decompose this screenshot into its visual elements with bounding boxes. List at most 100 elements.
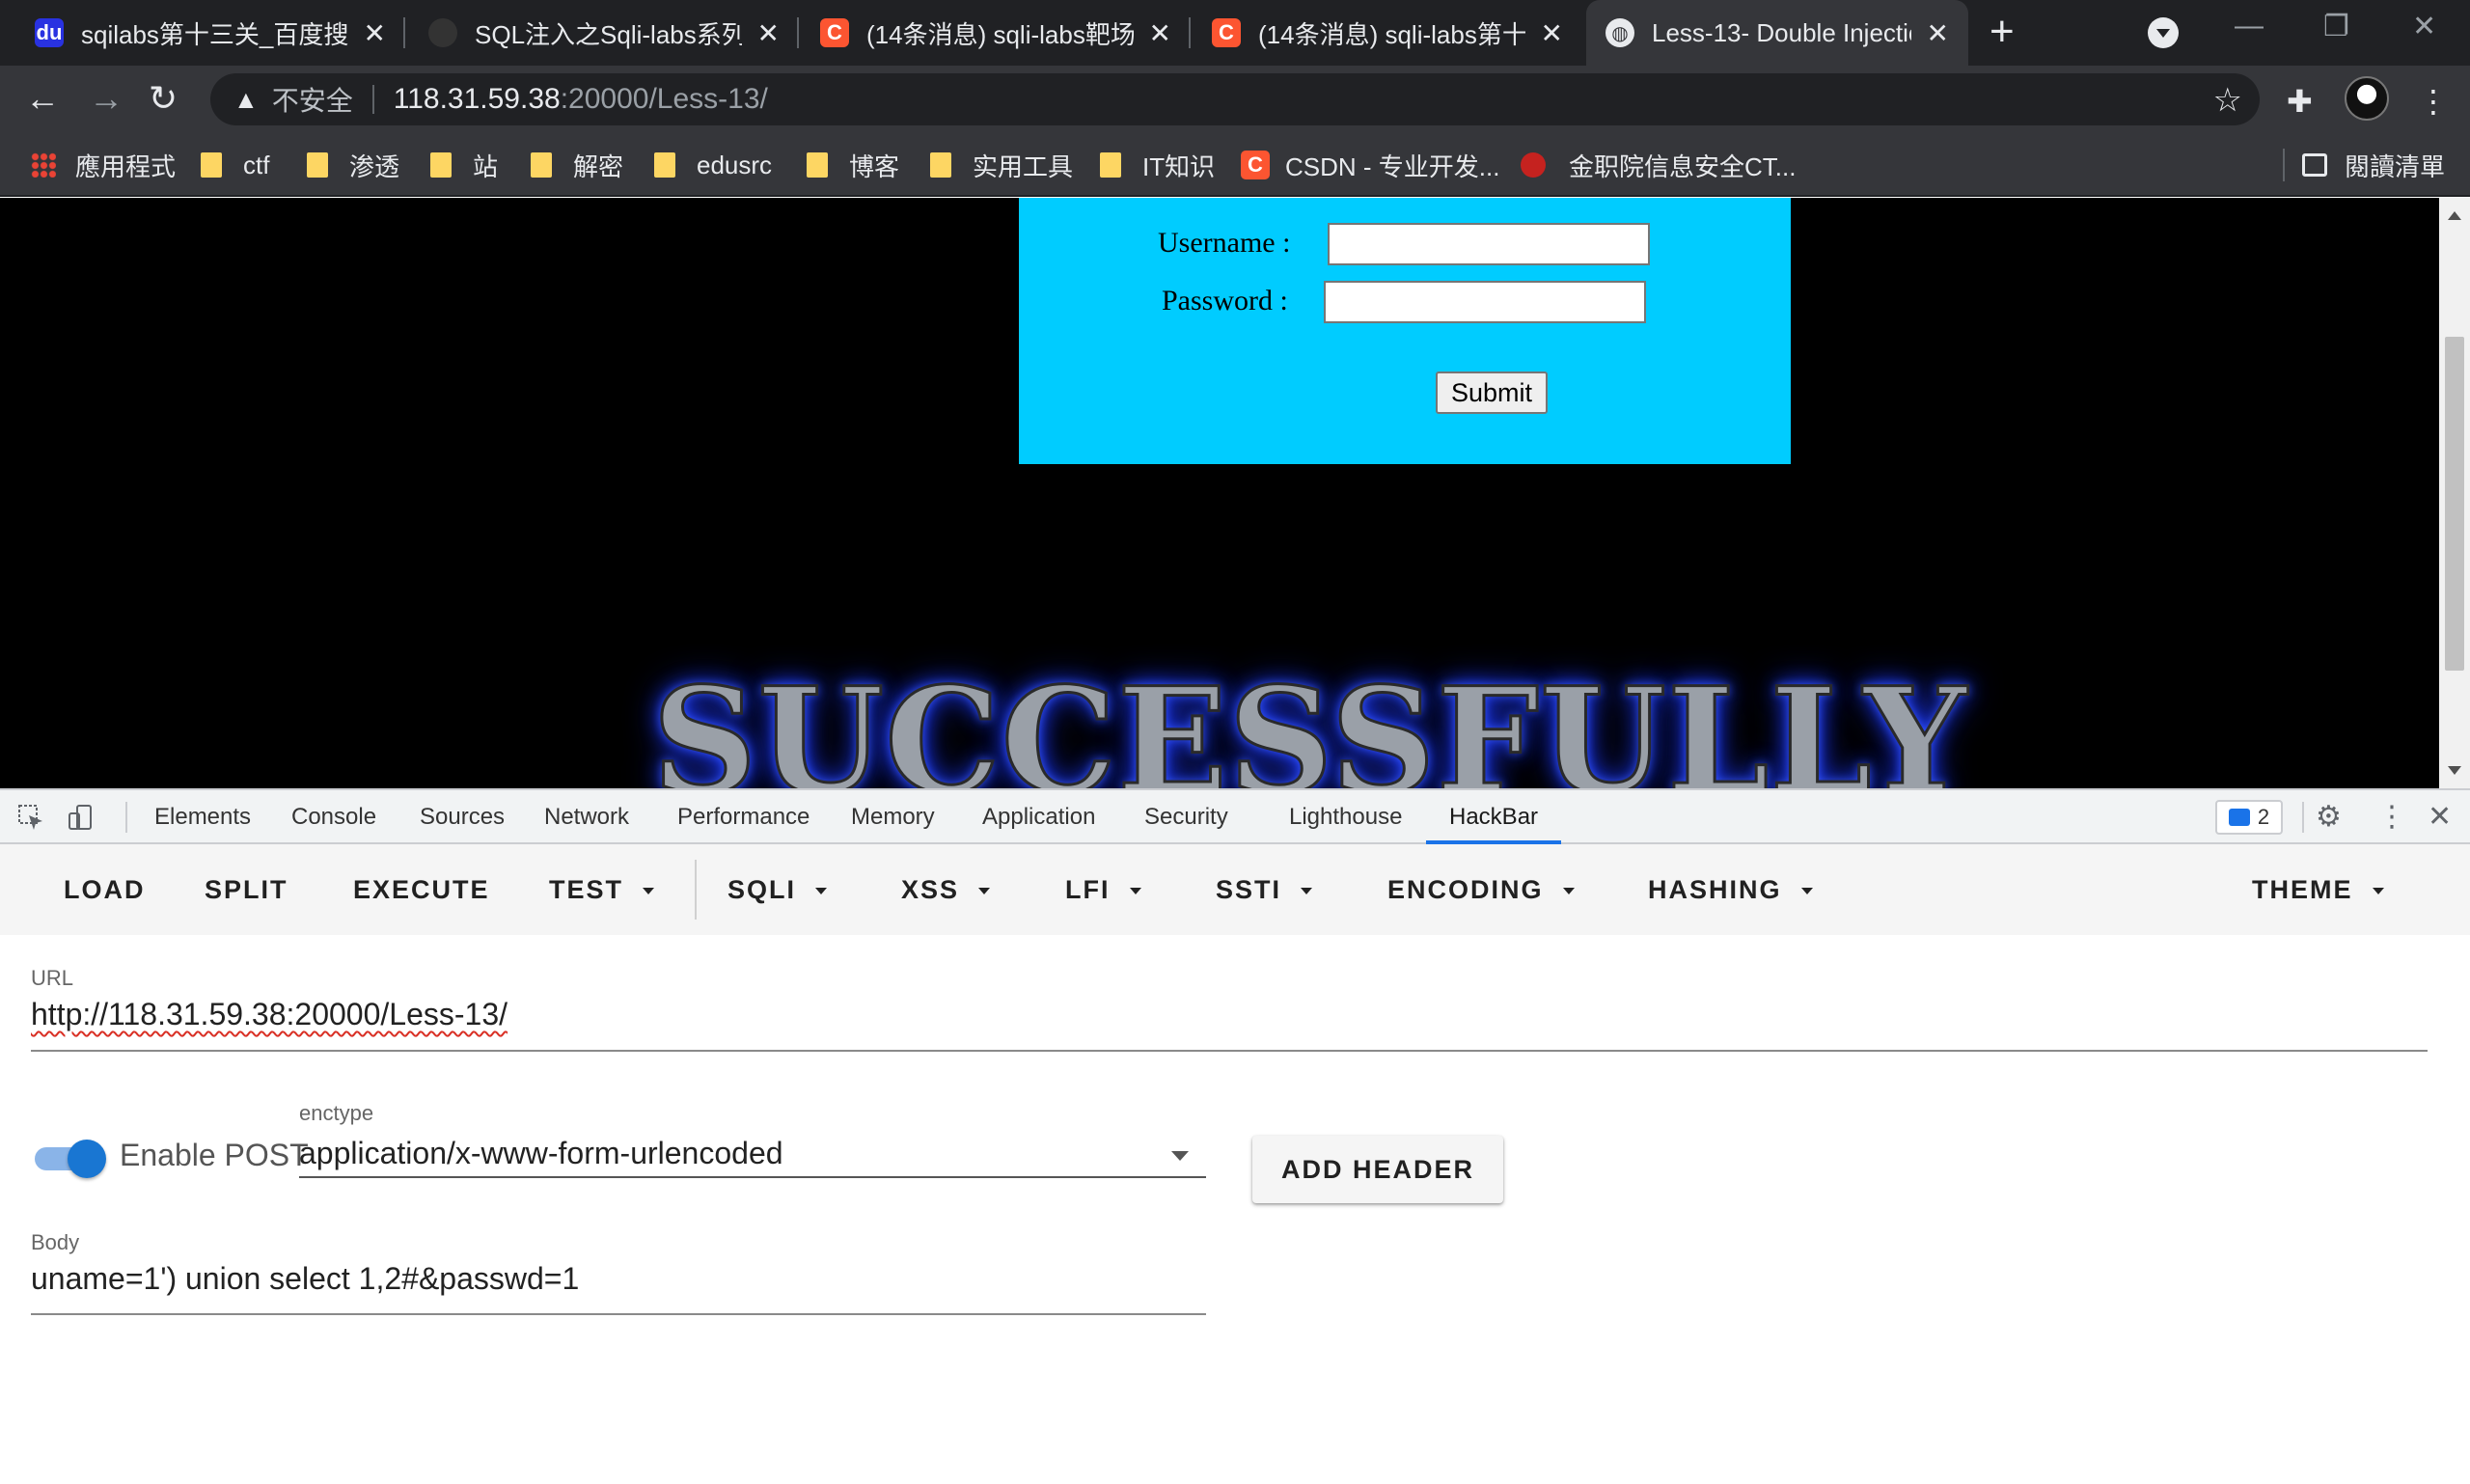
close-icon[interactable]: ✕ <box>1149 17 1171 49</box>
tab-lighthouse[interactable]: Lighthouse <box>1289 790 1402 844</box>
success-banner: SUCCESSFULLY <box>650 656 1968 789</box>
tab-console[interactable]: Console <box>291 790 376 844</box>
forward-icon[interactable]: → <box>89 81 124 116</box>
baidu-icon: du <box>35 18 64 47</box>
kebab-icon[interactable]: ⋮ <box>2377 800 2406 834</box>
issues-badge[interactable]: 2 <box>2215 800 2283 835</box>
address-bar[interactable]: ▲ 不安全 118.31.59.38 :20000/Less-13/ ☆ <box>210 73 2260 125</box>
browser-tab[interactable]: C (14条消息) sqli-labs靶场第 ✕ <box>801 0 1191 66</box>
browser-tab-active[interactable]: ◍ Less-13- Double Injection ✕ <box>1586 0 1968 66</box>
enable-post-toggle[interactable] <box>35 1140 108 1178</box>
window-close-icon[interactable]: ✕ <box>2412 10 2436 43</box>
issues-count: 2 <box>2257 805 2270 829</box>
username-label: Username : <box>1158 227 1291 259</box>
close-icon[interactable]: ✕ <box>1927 17 1949 49</box>
password-input[interactable] <box>1324 281 1646 323</box>
split-button[interactable]: SPLIT <box>205 844 288 935</box>
chevron-down-icon <box>1129 888 1141 895</box>
load-button[interactable]: LOAD <box>64 844 146 935</box>
chevron-down-icon <box>1301 888 1313 895</box>
scroll-thumb[interactable] <box>2445 337 2464 671</box>
tab-elements[interactable]: Elements <box>154 790 251 844</box>
bookmark-label: ctf <box>243 150 270 179</box>
username-input[interactable] <box>1328 223 1650 265</box>
url-label: URL <box>31 966 74 990</box>
minimize-icon[interactable]: — <box>2235 10 2264 42</box>
tab-hackbar[interactable]: HackBar <box>1426 790 1562 844</box>
page-scrollbar[interactable] <box>2439 198 2470 788</box>
tab-title: (14条消息) sqli-labs第十三 <box>1258 19 1525 49</box>
bookmark-label: CSDN - 专业开发... <box>1285 151 1500 181</box>
folder-icon <box>807 152 828 178</box>
tab-title: (14条消息) sqli-labs靶场第 <box>866 19 1134 49</box>
ssti-menu[interactable]: SSTI <box>1216 844 1313 935</box>
dropdown-arrow-icon[interactable] <box>1171 1151 1189 1161</box>
encoding-menu[interactable]: ENCODING <box>1387 844 1575 935</box>
bookmark-label: 應用程式 <box>75 151 177 181</box>
add-header-button[interactable]: ADD HEADER <box>1252 1136 1503 1203</box>
bookmark-folder[interactable]: 解密 <box>531 133 623 197</box>
extensions-icon[interactable]: ✚ <box>2287 83 2313 120</box>
close-icon[interactable]: ✕ <box>757 17 780 49</box>
test-label: TEST <box>549 875 624 904</box>
bookmark-site[interactable]: 金职院信息安全CT... <box>1521 133 1796 197</box>
bookmark-folder[interactable]: 站 <box>430 133 498 197</box>
bookmark-csdn[interactable]: C CSDN - 专业开发... <box>1241 133 1499 197</box>
xss-label: XSS <box>901 875 960 904</box>
test-menu[interactable]: TEST <box>549 844 655 935</box>
submit-button[interactable]: Submit <box>1436 371 1548 414</box>
bookmark-folder[interactable]: ctf <box>201 133 269 197</box>
tab-memory[interactable]: Memory <box>851 790 935 844</box>
tab-application[interactable]: Application <box>982 790 1095 844</box>
restore-icon[interactable]: ❐ <box>2323 10 2349 43</box>
browser-tab[interactable]: SQL注入之Sqli-labs系列第 ✕ <box>409 0 799 66</box>
folder-icon <box>201 152 222 178</box>
bookmark-label: 解密 <box>573 151 624 181</box>
execute-button[interactable]: EXECUTE <box>353 844 490 935</box>
avatar[interactable] <box>2345 76 2389 121</box>
close-icon[interactable]: ✕ <box>364 17 386 49</box>
password-label: Password : <box>1162 285 1288 316</box>
body-value: uname=1') union select 1,2#&passwd=1 <box>31 1261 580 1296</box>
tab-title: sqilabs第十三关_百度搜索 <box>81 19 348 49</box>
bookmark-folder[interactable]: 渗透 <box>307 133 399 197</box>
gear-icon[interactable]: ⚙ <box>2316 800 2342 834</box>
chevron-down-icon <box>2372 888 2384 895</box>
bookmark-apps[interactable]: 應用程式 <box>31 133 176 197</box>
reload-icon[interactable]: ↻ <box>149 81 178 116</box>
enctype-select[interactable]: application/x-www-form-urlencoded <box>299 1136 783 1171</box>
chevron-down-icon <box>643 888 655 895</box>
tab-performance[interactable]: Performance <box>677 790 810 844</box>
scroll-down-icon[interactable] <box>2448 766 2461 775</box>
bookmark-star-icon[interactable]: ☆ <box>2213 81 2242 120</box>
sqli-menu[interactable]: SQLI <box>727 844 828 935</box>
bookmark-folder[interactable]: 博客 <box>807 133 899 197</box>
hashing-menu[interactable]: HASHING <box>1648 844 1813 935</box>
tab-security[interactable]: Security <box>1144 790 1228 844</box>
device-toggle-icon[interactable] <box>68 804 95 831</box>
reading-list[interactable]: 閱讀清單 <box>2301 133 2445 197</box>
devtools-tabbar: Elements Console Sources Network Perform… <box>0 788 2470 844</box>
browser-tab[interactable]: C (14条消息) sqli-labs第十三 ✕ <box>1193 0 1582 66</box>
close-devtools-icon[interactable]: ✕ <box>2428 800 2452 834</box>
page-viewport: Username : Password : Submit SUCCESSFULL… <box>0 198 2439 788</box>
tab-sources[interactable]: Sources <box>420 790 505 844</box>
scroll-up-icon[interactable] <box>2448 211 2461 220</box>
menu-kebab-icon[interactable]: ⋮ <box>2418 83 2449 120</box>
theme-menu[interactable]: THEME <box>2252 844 2384 935</box>
close-icon[interactable]: ✕ <box>1541 17 1563 49</box>
browser-tab[interactable]: du sqilabs第十三关_百度搜索 ✕ <box>15 0 405 66</box>
back-icon[interactable]: ← <box>25 81 60 116</box>
xss-menu[interactable]: XSS <box>901 844 991 935</box>
bookmark-folder[interactable]: IT知识 <box>1100 133 1215 197</box>
tab-search-icon[interactable] <box>2148 17 2179 48</box>
body-label: Body <box>31 1230 80 1254</box>
tab-network[interactable]: Network <box>544 790 629 844</box>
lfi-menu[interactable]: LFI <box>1065 844 1141 935</box>
url-field[interactable]: http://118.31.59.38:20000/Less-13/ <box>31 997 508 1032</box>
bookmark-folder[interactable]: 实用工具 <box>930 133 1073 197</box>
bookmark-folder[interactable]: edusrc <box>654 133 772 197</box>
new-tab-icon[interactable]: + <box>1990 8 2015 56</box>
body-field[interactable]: uname=1') union select 1,2#&passwd=1 <box>31 1261 579 1297</box>
inspect-icon[interactable] <box>17 804 44 831</box>
